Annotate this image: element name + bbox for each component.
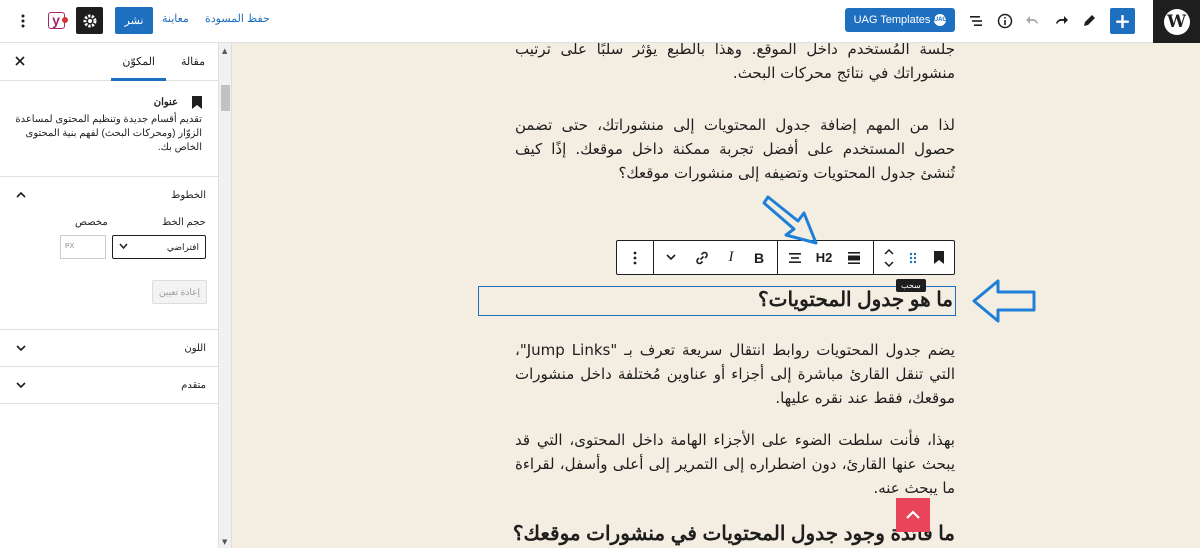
color-panel-toggle[interactable]: اللون bbox=[0, 330, 218, 367]
pencil-icon bbox=[1084, 15, 1095, 26]
scrollbar-thumb[interactable] bbox=[221, 85, 230, 111]
advanced-panel-toggle[interactable]: متقدم bbox=[0, 367, 218, 404]
list-view-button[interactable] bbox=[965, 8, 987, 34]
move-arrows-icon bbox=[884, 248, 894, 267]
font-size-label: حجم الخط bbox=[162, 217, 206, 228]
uag-templates-button[interactable]: UAG Templates UAG bbox=[845, 8, 955, 32]
block-title: عنوان bbox=[153, 97, 178, 108]
chevron-down-icon bbox=[16, 378, 26, 392]
advanced-panel: متقدم bbox=[0, 367, 218, 404]
yoast-seo-button[interactable]: y bbox=[45, 9, 68, 31]
gear-icon bbox=[83, 14, 96, 27]
block-card: عنوان تقديم أقسام جديدة وتنظيم المحتوى ل… bbox=[0, 81, 218, 177]
block-description: تقديم أقسام جديدة وتنظيم المحتوى لمساعدة… bbox=[15, 114, 202, 153]
color-panel: اللون bbox=[0, 330, 218, 367]
custom-size-input[interactable]: PX bbox=[60, 235, 106, 259]
preview-button[interactable]: معاينة bbox=[162, 12, 189, 25]
info-icon bbox=[997, 13, 1013, 29]
color-title: اللون bbox=[184, 343, 206, 354]
paragraph-block[interactable]: يضم جدول المحتويات روابط انتقال سريعة تع… bbox=[515, 338, 955, 410]
italic-button[interactable]: I bbox=[719, 241, 743, 274]
yoast-icon: y bbox=[47, 11, 68, 29]
annotation-arrow-down-icon bbox=[762, 195, 818, 245]
uag-badge-icon: UAG bbox=[934, 14, 947, 26]
uag-templates-label: UAG Templates bbox=[853, 14, 931, 26]
wordpress-icon: W bbox=[1163, 8, 1190, 35]
undo-icon bbox=[1026, 16, 1038, 24]
chevron-up-icon bbox=[16, 188, 26, 202]
close-icon bbox=[15, 56, 25, 66]
typography-title: الخطوط bbox=[171, 190, 206, 201]
more-vertical-icon bbox=[633, 251, 637, 264]
settings-button[interactable] bbox=[76, 7, 103, 34]
publish-button[interactable]: نشر bbox=[115, 7, 153, 34]
scroll-up-arrow-icon[interactable]: ▲ bbox=[222, 47, 227, 55]
selected-heading-block[interactable]: ما هو جدول المحتويات؟ bbox=[478, 286, 956, 316]
paragraph-block[interactable]: بهذا، فأنت سلطت الضوء على الأجزاء الهامة… bbox=[515, 428, 955, 500]
undo-button[interactable] bbox=[1022, 8, 1044, 34]
more-vertical-icon bbox=[21, 14, 25, 28]
block-type-button[interactable] bbox=[927, 241, 951, 274]
tab-post[interactable]: مقالة bbox=[181, 55, 205, 68]
close-sidebar-button[interactable] bbox=[15, 54, 25, 70]
font-size-select[interactable]: افتراضي bbox=[112, 235, 206, 259]
drag-tooltip: سحب bbox=[896, 279, 926, 292]
scroll-to-top-button[interactable] bbox=[896, 498, 930, 532]
paragraph-block[interactable]: لذا من المهم إضافة جدول المحتويات إلى من… bbox=[515, 113, 955, 185]
redo-button[interactable] bbox=[1050, 8, 1072, 34]
details-button[interactable] bbox=[994, 8, 1016, 34]
move-up-down-button[interactable] bbox=[879, 241, 899, 274]
align-center-icon bbox=[789, 252, 801, 263]
scroll-down-arrow-icon[interactable]: ▼ bbox=[222, 538, 227, 546]
custom-size-label: مخصص bbox=[75, 217, 108, 228]
editor-canvas: جلسة المُستخدم داخل الموقع. وهذا بالطبع … bbox=[232, 43, 1200, 548]
font-size-value: افتراضي bbox=[166, 241, 199, 252]
sidebar-scrollbar[interactable]: ▲ ▼ bbox=[219, 43, 232, 548]
block-options-button[interactable] bbox=[623, 241, 647, 274]
align-wide-icon bbox=[848, 251, 860, 264]
list-view-icon bbox=[970, 16, 982, 26]
link-icon bbox=[696, 251, 708, 264]
more-options-button[interactable] bbox=[17, 10, 29, 32]
redo-icon bbox=[1056, 16, 1068, 24]
chevron-down-icon bbox=[666, 254, 676, 261]
editor-header: W + UAG Templates UAG حفظ المسودة معاينة… bbox=[0, 0, 1200, 43]
sidebar-tabs: مقالة المكوّن bbox=[0, 43, 218, 81]
wordpress-logo-button[interactable]: W bbox=[1153, 0, 1200, 43]
wide-width-button[interactable] bbox=[841, 241, 867, 274]
more-rich-text-button[interactable] bbox=[659, 241, 683, 274]
advanced-title: متقدم bbox=[181, 380, 206, 391]
chevron-up-icon bbox=[906, 510, 920, 519]
heading-block[interactable]: ما فائدة وجود جدول المحتويات في منشورات … bbox=[513, 521, 955, 546]
tools-pencil-button[interactable] bbox=[1078, 8, 1100, 34]
save-draft-button[interactable]: حفظ المسودة bbox=[205, 12, 270, 25]
drag-handle-icon bbox=[909, 252, 917, 263]
drag-handle[interactable] bbox=[903, 241, 923, 274]
typography-panel-toggle[interactable]: الخطوط bbox=[0, 177, 218, 214]
chevron-down-icon bbox=[16, 341, 26, 355]
block-inserter-button[interactable]: + bbox=[1110, 8, 1135, 34]
annotation-arrow-left-icon bbox=[972, 279, 1036, 323]
bookmark-icon bbox=[192, 96, 202, 109]
reset-button[interactable]: إعادة تعيين bbox=[152, 280, 207, 304]
bookmark-icon bbox=[934, 251, 944, 264]
chevron-down-icon bbox=[119, 242, 128, 252]
tab-block[interactable]: المكوّن bbox=[122, 55, 155, 68]
paragraph-block[interactable]: جلسة المُستخدم داخل الموقع. وهذا بالطبع … bbox=[515, 43, 955, 85]
link-button[interactable] bbox=[689, 241, 715, 274]
